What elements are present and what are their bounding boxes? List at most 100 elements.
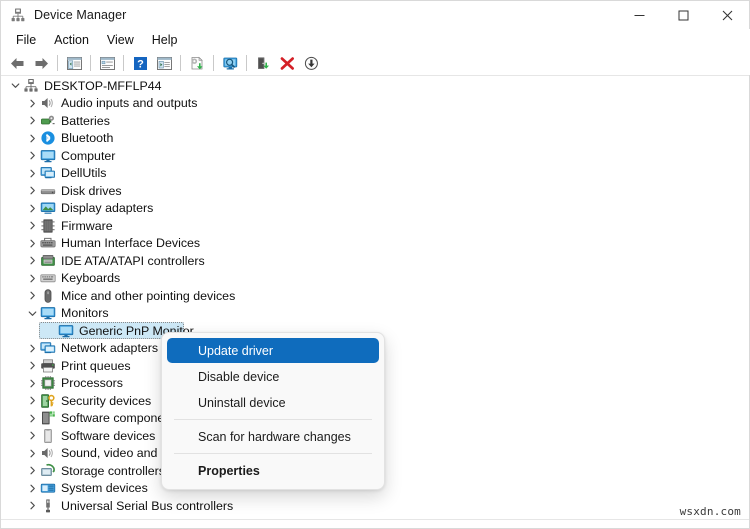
tree-item-disk-drives[interactable]: Disk drives: [1, 182, 749, 200]
chevron-right-icon[interactable]: [25, 410, 40, 427]
chevron-right-icon[interactable]: [25, 392, 40, 409]
context-menu-item-uninstall-device[interactable]: Uninstall device: [167, 390, 379, 415]
enable-device-icon[interactable]: [251, 52, 275, 74]
chevron-right-icon[interactable]: [25, 165, 40, 182]
context-menu-separator: [174, 453, 372, 454]
chevron-right-icon[interactable]: [25, 182, 40, 199]
tree-item-computer[interactable]: Computer: [1, 147, 749, 165]
properties-icon[interactable]: [95, 52, 119, 74]
chevron-right-icon[interactable]: [25, 95, 40, 112]
chevron-right-icon[interactable]: [25, 287, 40, 304]
tree-item-audio-inputs-and-outputs[interactable]: Audio inputs and outputs: [1, 95, 749, 113]
tree-item-mice-and-other-pointing-devices[interactable]: Mice and other pointing devices: [1, 287, 749, 305]
tree-item-label: Print queues: [61, 358, 131, 373]
tree-item-universal-serial-bus-controllers[interactable]: Universal Serial Bus controllers: [1, 497, 749, 515]
title-bar: Device Manager: [1, 1, 749, 29]
tree-item-label: Processors: [61, 376, 123, 391]
tree-item-display-adapters[interactable]: Display adapters: [1, 200, 749, 218]
computer-root-icon: [23, 78, 39, 94]
tree-item-label: Storage controllers: [61, 463, 165, 478]
tree-item-label: Keyboards: [61, 271, 121, 286]
mouse-icon: [40, 288, 56, 304]
forward-arrow-icon[interactable]: [29, 52, 53, 74]
tree-item-label: Software devices: [61, 428, 156, 443]
chevron-right-icon[interactable]: [25, 147, 40, 164]
scan-view-icon[interactable]: [152, 52, 176, 74]
chevron-down-icon[interactable]: [8, 77, 23, 94]
tree-item-label: Human Interface Devices: [61, 236, 201, 251]
ide-controller-icon: [40, 253, 56, 269]
context-menu-item-disable-device[interactable]: Disable device: [167, 364, 379, 389]
menu-view[interactable]: View: [98, 31, 143, 49]
tree-root-desktop-mfflp44[interactable]: DESKTOP-MFFLP44: [1, 77, 749, 95]
context-menu-item-scan-for-hardware-changes[interactable]: Scan for hardware changes: [167, 424, 379, 449]
close-button[interactable]: [705, 1, 749, 29]
chevron-right-icon[interactable]: [25, 217, 40, 234]
monitor-icon: [58, 323, 74, 339]
help-icon[interactable]: ?: [128, 52, 152, 74]
speaker-icon: [40, 95, 56, 111]
device-context-menu[interactable]: Update driver Disable device Uninstall dev…: [161, 332, 385, 490]
chevron-right-icon[interactable]: [25, 270, 40, 287]
tree-item-label: Display adapters: [61, 201, 154, 216]
toolbar-separator: [123, 55, 124, 71]
software-component-icon: [40, 410, 56, 426]
chevron-right-icon[interactable]: [25, 235, 40, 252]
menu-help[interactable]: Help: [143, 31, 187, 49]
tree-item-label: Firmware: [61, 218, 113, 233]
tree-item-label: Monitors: [61, 306, 109, 321]
context-menu-item-properties[interactable]: Properties: [167, 458, 379, 483]
menu-action[interactable]: Action: [45, 31, 98, 49]
chevron-right-icon[interactable]: [25, 497, 40, 514]
chevron-down-icon[interactable]: [25, 305, 40, 322]
chevron-right-icon[interactable]: [25, 375, 40, 392]
chevron-right-icon[interactable]: [25, 427, 40, 444]
toolbar-separator: [90, 55, 91, 71]
security-device-icon: [40, 393, 56, 409]
chevron-right-icon[interactable]: [25, 445, 40, 462]
scan-hardware-changes-icon[interactable]: [218, 52, 242, 74]
tree-item-ide-ata-atapi-controllers[interactable]: IDE ATA/ATAPI controllers: [1, 252, 749, 270]
chevron-right-icon[interactable]: [25, 130, 40, 147]
tree-item-monitors[interactable]: Monitors: [1, 305, 749, 323]
chevron-right-icon[interactable]: [25, 112, 40, 129]
tree-item-label: Network adapters: [61, 341, 159, 356]
chevron-right-icon[interactable]: [25, 480, 40, 497]
update-driver-icon[interactable]: [185, 52, 209, 74]
tree-item-label: Bluetooth: [61, 131, 114, 146]
menu-file[interactable]: File: [7, 31, 45, 49]
tree-item-label: DESKTOP-MFFLP44: [44, 78, 162, 93]
minimize-button[interactable]: [617, 1, 661, 29]
monitor-icon: [40, 148, 56, 164]
tree-item-label: Mice and other pointing devices: [61, 288, 236, 303]
disable-device-icon[interactable]: [299, 52, 323, 74]
svg-text:?: ?: [137, 58, 144, 70]
tree-item-human-interface-devices[interactable]: Human Interface Devices: [1, 235, 749, 253]
keyboard-icon: [40, 270, 56, 286]
tree-item-label: System devices: [61, 481, 148, 496]
tree-item-firmware[interactable]: Firmware: [1, 217, 749, 235]
maximize-button[interactable]: [661, 1, 705, 29]
chevron-right-icon[interactable]: [25, 357, 40, 374]
back-arrow-icon[interactable]: [5, 52, 29, 74]
tree-item-dellutils[interactable]: DellUtils: [1, 165, 749, 183]
tree-item-keyboards[interactable]: Keyboards: [1, 270, 749, 288]
show-hide-console-tree-icon[interactable]: [62, 52, 86, 74]
tree-item-label: Audio inputs and outputs: [61, 96, 198, 111]
watermark: wsxdn.com: [679, 505, 741, 518]
tree-expander-placeholder: [43, 322, 58, 339]
window-controls: [617, 1, 749, 29]
chevron-right-icon[interactable]: [25, 462, 40, 479]
context-menu-item-update-driver[interactable]: Update driver: [167, 338, 379, 363]
tree-item-bluetooth[interactable]: Bluetooth: [1, 130, 749, 148]
chevron-right-icon[interactable]: [25, 340, 40, 357]
chevron-right-icon[interactable]: [25, 252, 40, 269]
tree-item-batteries[interactable]: Batteries: [1, 112, 749, 130]
title-bar-left: Device Manager: [1, 7, 126, 23]
disk-drive-icon: [40, 183, 56, 199]
chevron-right-icon[interactable]: [25, 200, 40, 217]
firmware-icon: [40, 218, 56, 234]
display-adapter-icon: [40, 200, 56, 216]
uninstall-device-icon[interactable]: [275, 52, 299, 74]
software-device-icon: [40, 428, 56, 444]
